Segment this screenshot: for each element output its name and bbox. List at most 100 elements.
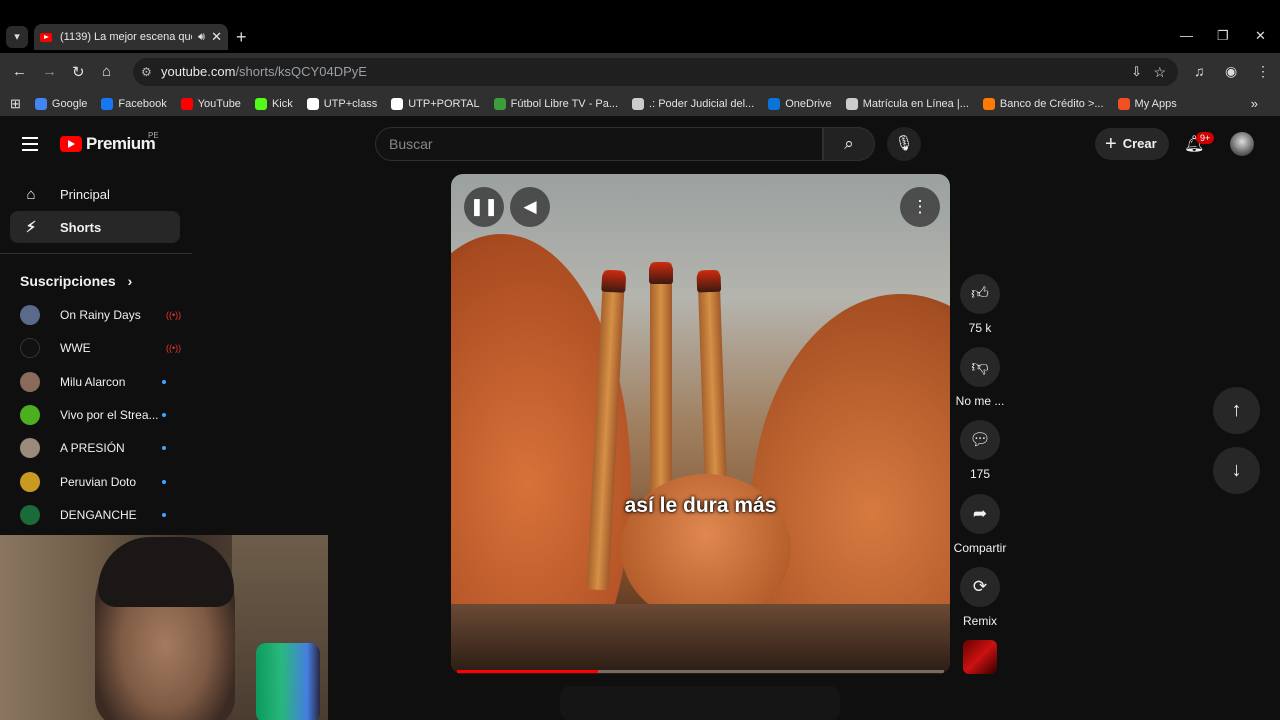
- reload-button[interactable]: ↻: [72, 63, 85, 81]
- close-window-button[interactable]: ✕: [1255, 28, 1266, 44]
- close-tab-icon[interactable]: ✕: [211, 29, 222, 45]
- utp-icon: [306, 97, 319, 110]
- new-content-dot: [162, 413, 166, 417]
- shorts-icon: ⚡︎: [25, 219, 37, 236]
- bookmark-star-icon[interactable]: ☆: [1153, 58, 1166, 86]
- subscription-item[interactable]: Vivo por el Strea...: [20, 403, 180, 427]
- search-input[interactable]: Buscar: [375, 127, 823, 161]
- sidebar-divider: [0, 253, 192, 254]
- bookmark-poder-judicial[interactable]: .: Poder Judicial del...: [632, 97, 754, 110]
- forward-button[interactable]: →: [42, 63, 57, 80]
- bookmark-utp-portal[interactable]: UTP+PORTAL: [391, 97, 480, 110]
- share-label: Compartir: [953, 541, 1007, 555]
- restore-button[interactable]: ❐: [1217, 28, 1229, 44]
- bookmark-banco-credito[interactable]: Banco de Crédito >...: [982, 97, 1104, 110]
- remix-icon[interactable]: ⟳: [960, 567, 1000, 607]
- site-info-icon[interactable]: ⚙︎: [141, 58, 152, 86]
- profile-icon[interactable]: ◉: [1225, 63, 1237, 80]
- menu-icon[interactable]: ⋮: [1256, 63, 1270, 80]
- browser-tab[interactable]: (1139) La mejor escena que 🔊︎ ✕: [34, 24, 228, 50]
- bookmark-utp-class[interactable]: UTP+class: [306, 97, 377, 110]
- install-app-icon[interactable]: ⇩: [1131, 58, 1142, 86]
- speaker-icon[interactable]: 🔊︎: [198, 31, 205, 44]
- voice-search-button[interactable]: 🎙︎: [887, 127, 921, 161]
- browser-toolbar: ← → ↻ ⌂ ⚙︎ youtube.com/shorts/ksQCY04DPy…: [0, 53, 1280, 91]
- audio-source-thumbnail[interactable]: [963, 640, 997, 674]
- thumbs-up-icon[interactable]: 👍︎: [960, 274, 1000, 314]
- search-button[interactable]: ⌕: [823, 127, 875, 161]
- next-short-button[interactable]: ↓: [1213, 447, 1260, 494]
- minimize-button[interactable]: —: [1180, 28, 1193, 43]
- tab-title: (1139) La mejor escena que: [60, 31, 193, 43]
- sidebar-item-shorts[interactable]: ⚡︎ Shorts: [10, 211, 180, 243]
- subscription-item[interactable]: A PRESIÓN: [20, 436, 180, 460]
- bookmark-google[interactable]: Google: [34, 97, 87, 110]
- channel-avatar: [20, 472, 40, 492]
- channel-avatar: [20, 338, 40, 358]
- live-icon: ((•)): [166, 310, 182, 320]
- new-tab-button[interactable]: +: [236, 27, 247, 48]
- arrow-down-icon: ↓: [1231, 459, 1242, 481]
- shorts-video-player[interactable]: ❚❚ ◀︎ ⋮ así le dura más: [451, 174, 950, 674]
- bookmark-facebook[interactable]: Facebook: [101, 97, 167, 110]
- subscription-item[interactable]: DENGANCHE: [20, 503, 180, 527]
- chevron-right-icon: ›: [127, 273, 133, 289]
- new-content-dot: [162, 513, 166, 517]
- webcam-overlay: [0, 535, 328, 720]
- subscription-item[interactable]: Peruvian Doto: [20, 470, 180, 494]
- url-domain: youtube.com: [161, 64, 236, 79]
- more-options-button[interactable]: ⋮: [900, 187, 940, 227]
- share-action[interactable]: ➦ Compartir: [954, 494, 1006, 555]
- new-content-dot: [162, 380, 166, 384]
- progress-fill: [457, 670, 599, 673]
- tab-search-dropdown[interactable]: ▾: [6, 26, 28, 48]
- volume-button[interactable]: ◀︎: [510, 187, 550, 227]
- address-bar[interactable]: ⚙︎ youtube.com/shorts/ksQCY04DPyE ⇩ ☆: [133, 58, 1178, 86]
- comment-icon[interactable]: 💬︎: [960, 420, 1000, 460]
- previous-short-button[interactable]: ↑: [1213, 387, 1260, 434]
- channel-avatar: [20, 305, 40, 325]
- remix-action[interactable]: ⟳ Remix: [960, 567, 1000, 628]
- sidebar-item-principal[interactable]: ⌂ Principal: [10, 178, 180, 210]
- apps-grid-icon[interactable]: ⊞: [10, 96, 21, 112]
- dislike-action[interactable]: 👎︎ No me ...: [956, 347, 1004, 408]
- bookmark-my-apps[interactable]: My Apps: [1117, 97, 1177, 110]
- volume-icon: ◀︎: [523, 197, 537, 216]
- subscriptions-heading[interactable]: Suscripciones ›: [20, 273, 132, 289]
- back-button[interactable]: ←: [12, 63, 27, 80]
- thumbs-down-icon[interactable]: 👎︎: [960, 347, 1000, 387]
- plus-icon: +: [1105, 133, 1117, 155]
- like-action[interactable]: 👍︎ 75 k: [960, 274, 1000, 335]
- subscription-item[interactable]: Milu Alarcon: [20, 370, 180, 394]
- arrow-up-icon: ↑: [1231, 399, 1242, 421]
- media-control-icon[interactable]: ♫: [1194, 63, 1205, 79]
- bookmark-youtube[interactable]: YouTube: [180, 97, 241, 110]
- subscription-item[interactable]: On Rainy Days ((•)): [20, 303, 182, 327]
- home-button[interactable]: ⌂: [102, 63, 111, 80]
- progress-bar[interactable]: [457, 670, 944, 673]
- subscription-item[interactable]: WWE ((•)): [20, 336, 181, 360]
- bookmark-futbol-libre[interactable]: Fútbol Libre TV - Pa...: [493, 97, 618, 110]
- comments-action[interactable]: 💬︎ 175: [960, 420, 1000, 481]
- pause-icon: ❚❚: [469, 197, 499, 216]
- hamburger-menu-icon[interactable]: [22, 137, 38, 155]
- like-count: 75 k: [968, 321, 992, 335]
- new-content-dot: [162, 480, 166, 484]
- more-bookmarks-icon[interactable]: »: [1251, 96, 1258, 111]
- share-icon[interactable]: ➦: [960, 494, 1000, 534]
- bookmark-onedrive[interactable]: OneDrive: [768, 97, 832, 110]
- youtube-premium-logo[interactable]: Premium PE: [60, 131, 159, 154]
- bookmark-kick[interactable]: Kick: [254, 97, 293, 110]
- bookmark-matricula[interactable]: Matrícula en Línea |...: [845, 97, 969, 110]
- user-avatar[interactable]: [1230, 132, 1254, 156]
- microsoft-icon: [1117, 97, 1130, 110]
- youtube-icon: [180, 97, 193, 110]
- create-button[interactable]: + Crear: [1095, 128, 1169, 160]
- bookmarks-bar: ⊞ Google Facebook YouTube Kick UTP+class…: [0, 91, 1280, 116]
- below-player-panel: [560, 686, 840, 720]
- pause-button[interactable]: ❚❚: [464, 187, 504, 227]
- microphone-icon: 🎙︎: [894, 135, 914, 152]
- futbol-icon: [493, 97, 506, 110]
- comment-count: 175: [969, 467, 991, 481]
- more-vert-icon: ⋮: [911, 197, 929, 216]
